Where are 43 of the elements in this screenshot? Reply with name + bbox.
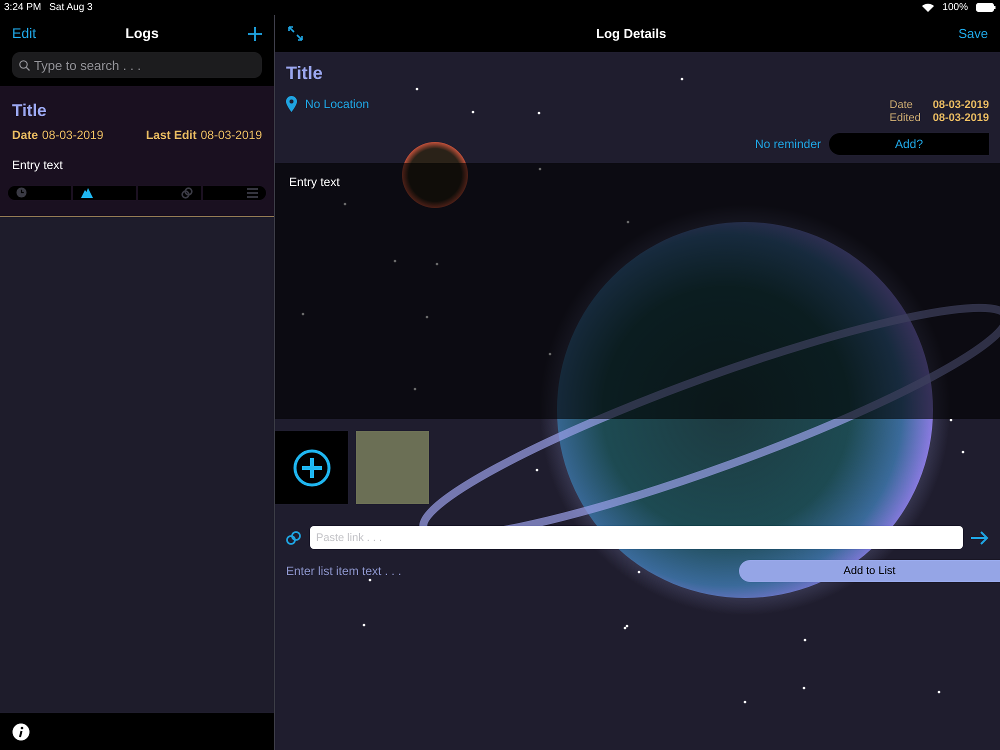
segment-tab[interactable] [73, 186, 136, 200]
arrow-right-icon[interactable] [971, 530, 989, 544]
link-field[interactable]: Paste link . . . [310, 526, 963, 549]
battery-icon [976, 3, 996, 12]
list-item-field[interactable]: Enter list item text . . . [286, 562, 586, 580]
date-label: Date [12, 126, 38, 144]
info-icon[interactable] [12, 722, 30, 740]
last-edit-label: Last Edit [146, 126, 197, 144]
plus-circle-icon [292, 448, 330, 486]
mountain-icon [81, 188, 93, 198]
add-to-list-button[interactable]: Add to List [739, 560, 1000, 582]
clock-icon [16, 187, 27, 198]
last-edit-value: 08-03-2019 [200, 126, 262, 144]
edited-label: Edited [890, 112, 921, 125]
entry-text-area[interactable]: Entry text [275, 163, 1000, 419]
status-time: 3:24 PM [4, 1, 42, 15]
date-value: 08-03-2019 [42, 126, 104, 144]
sidebar-title: Logs [125, 24, 159, 43]
location-pin-icon[interactable] [286, 96, 297, 112]
entry-title-field[interactable]: Title [286, 60, 989, 87]
date-value: 08-03-2019 [932, 99, 989, 112]
entry-text: Entry text [11, 156, 64, 174]
detail-title: Log Details [596, 24, 666, 43]
log-entry[interactable]: Title Date 08-03-2019 Last Edit 08-03-2019 Entry text [0, 86, 274, 216]
list-icon [247, 188, 258, 198]
wifi-icon [922, 3, 934, 12]
edited-value: 08-03-2019 [932, 112, 989, 125]
edit-button[interactable]: Edit [12, 23, 36, 44]
search-icon [19, 60, 30, 71]
add-reminder-button[interactable]: Add? [829, 133, 989, 155]
add-icon[interactable] [248, 26, 262, 40]
save-button[interactable]: Save [958, 24, 988, 44]
battery-percent: 100% [942, 1, 968, 15]
location-link[interactable]: No Location [305, 95, 370, 113]
search-field[interactable]: Type to search . . . [12, 52, 262, 78]
reminder-status: No reminder [754, 136, 821, 153]
expand-icon[interactable] [287, 25, 304, 42]
date-label: Date [890, 99, 914, 112]
add-photo-button[interactable] [275, 431, 348, 504]
link-icon [181, 186, 193, 198]
link-icon [286, 530, 302, 544]
status-date: Sat Aug 3 [49, 1, 93, 15]
entry-title: Title [11, 100, 48, 122]
